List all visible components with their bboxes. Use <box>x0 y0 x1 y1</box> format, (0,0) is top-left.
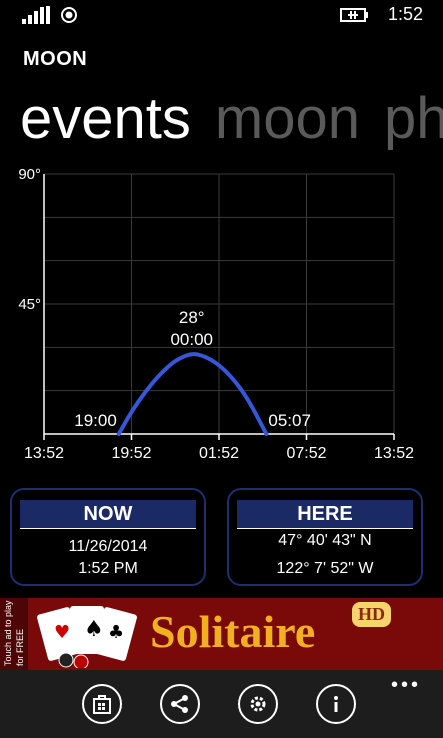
x-tick-label: 13:52 <box>24 445 64 462</box>
ad-title: Solitaire <box>150 606 316 657</box>
pivot-item-phase[interactable]: phase <box>384 86 443 151</box>
svg-text:♣: ♣ <box>108 622 124 643</box>
x-tick-label: 01:52 <box>199 445 239 462</box>
status-clock: 1:52 <box>388 4 424 24</box>
more-button[interactable]: ••• <box>391 675 421 695</box>
app-bar: ••• <box>0 670 443 738</box>
svg-text:♥: ♥ <box>54 622 70 643</box>
status-bar: 1:52 <box>0 0 443 32</box>
ad-side-text: Touch ad to play for FREE <box>3 600 25 666</box>
info-button[interactable] <box>316 684 356 724</box>
battery-charging-icon <box>340 8 368 22</box>
store-icon <box>93 695 111 714</box>
now-time: 1:52 PM <box>78 560 138 577</box>
settings-button[interactable] <box>238 684 278 724</box>
store-button[interactable] <box>82 684 122 724</box>
peak-altitude-label: 28° <box>179 308 205 327</box>
x-tick-label: 19:52 <box>111 445 151 462</box>
ad-side-strip: Touch ad to play for FREE <box>0 598 28 670</box>
svg-text:♠: ♠ <box>84 617 104 642</box>
share-icon <box>171 695 188 713</box>
signal-strength-icon <box>22 6 50 24</box>
pivot-item-events[interactable]: events <box>20 86 191 151</box>
now-date: 11/26/2014 <box>68 538 148 555</box>
x-tick-label: 13:52 <box>374 445 414 462</box>
share-button[interactable] <box>160 684 200 724</box>
here-longitude: 122° 7' 52" W <box>276 560 374 577</box>
moon-altitude-line <box>116 352 269 436</box>
y-tick-label: 45° <box>18 296 41 313</box>
pivot-header: events moon phase <box>20 80 443 158</box>
here-header: HERE <box>237 500 413 529</box>
moon-altitude-chart: 90° 45° 13:52 19:52 01:52 07:52 13:52 19:00 05:0… <box>18 166 414 462</box>
now-panel: NOW 11/26/2014 1:52 PM <box>10 488 206 586</box>
peak-time-label: 00:00 <box>170 330 213 349</box>
settings-icon <box>250 696 266 712</box>
location-icon <box>61 7 77 23</box>
x-tick-label: 07:52 <box>286 445 326 462</box>
app-title: MOON <box>23 48 88 70</box>
ad-hd-badge: HD <box>352 602 391 627</box>
moonset-label: 05:07 <box>268 411 311 430</box>
here-latitude: 47° 40' 43" N <box>278 532 372 549</box>
playing-cards-icon: ♠ ♥ ♣ <box>37 606 137 668</box>
here-panel: HERE 47° 40' 43" N 122° 7' 52" W <box>227 488 423 586</box>
info-icon <box>334 696 338 712</box>
ad-banner[interactable]: Touch ad to play for FREE ♠ ♥ ♣ Solitair… <box>0 598 443 670</box>
now-header: NOW <box>20 500 196 529</box>
moonrise-label: 19:00 <box>74 411 117 430</box>
pivot-item-moon[interactable]: moon <box>215 86 360 151</box>
y-tick-label: 90° <box>18 166 41 183</box>
